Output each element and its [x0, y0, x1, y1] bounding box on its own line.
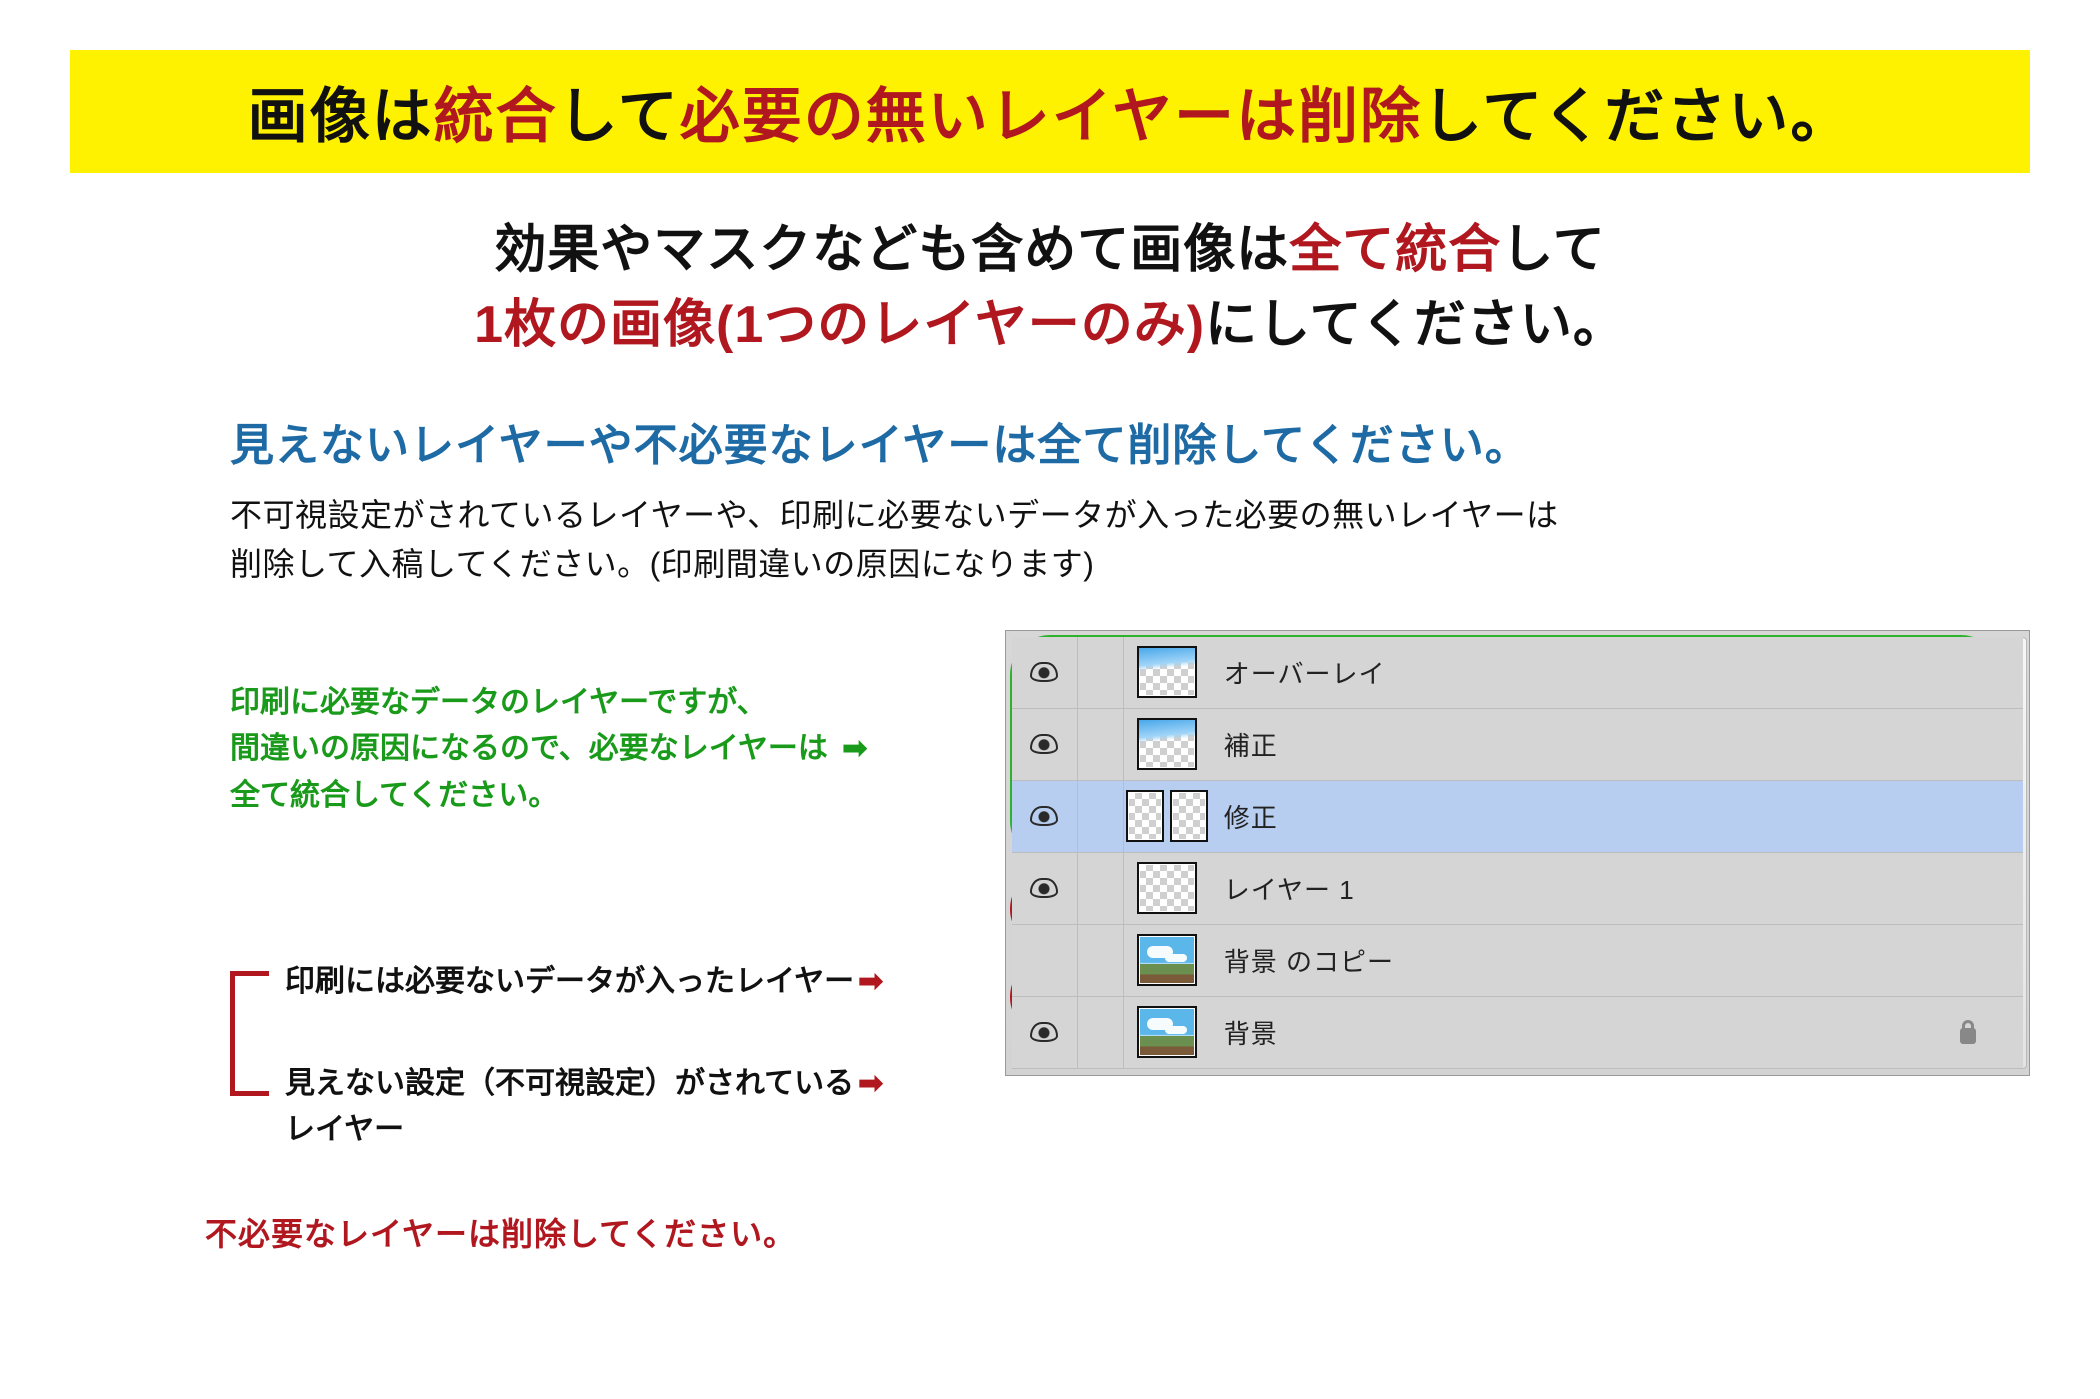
headline-seg: してください。 [1422, 83, 1852, 150]
layer-thumbnail [1126, 790, 1164, 842]
annotation-red-bold: 不必要なレイヤーは削除してください。 [205, 1209, 965, 1255]
layer-thumbnail [1137, 646, 1197, 698]
layer-row[interactable]: 背景 [1012, 997, 2023, 1069]
annotation-green-line: 印刷に必要なデータのレイヤーですが、 [230, 686, 767, 719]
annotation-red-group: 印刷には必要ないデータが入ったレイヤー➡ 見えない設定（不可視設定）がされている… [230, 959, 965, 1154]
layer-name-label[interactable]: 背景 のコピー [1210, 942, 1989, 979]
headline-seg-red: 統合 [434, 83, 558, 150]
thumbnail-cell[interactable] [1124, 646, 1210, 698]
layer-name-text: オーバーレイ [1224, 654, 1386, 691]
layer-list: オーバーレイ補正修正レイヤー 1 背景 のコピー背景 [1012, 637, 2023, 1069]
spacer-cell [1078, 781, 1124, 852]
layer-name-text: 補正 [1224, 726, 1278, 763]
layer-name-label[interactable]: レイヤー 1 [1210, 870, 1989, 907]
visibility-toggle[interactable] [1012, 781, 1078, 852]
mask-thumbnail [1170, 790, 1208, 842]
arrow-right-icon: ➡ [842, 732, 867, 765]
visibility-toggle[interactable] [1012, 853, 1078, 924]
layer-name-label[interactable]: オーバーレイ [1210, 654, 1989, 691]
layer-row[interactable]: 補正 [1012, 709, 2023, 781]
visibility-toggle[interactable] [1012, 709, 1078, 780]
annotation-red-1: 印刷には必要ないデータが入ったレイヤー➡ [285, 959, 965, 1006]
spacer-cell [1078, 997, 1124, 1068]
layer-row[interactable]: 背景 のコピー [1012, 925, 2023, 997]
layer-name-label[interactable]: 補正 [1210, 726, 1989, 763]
subhead-seg: して [1501, 221, 1605, 279]
layer-name-text: レイヤー 1 [1224, 870, 1355, 907]
layer-thumbnail [1137, 718, 1197, 770]
lock-icon [1957, 1020, 1979, 1044]
headline-seg: 画像は [248, 83, 434, 150]
eye-icon [1030, 1022, 1058, 1042]
spacer-cell [1078, 637, 1124, 708]
spacer-cell [1078, 709, 1124, 780]
thumbnail-cell[interactable] [1124, 862, 1210, 914]
arrow-right-icon: ➡ [858, 1067, 883, 1100]
layer-name-text: 背景 [1224, 1014, 1278, 1051]
layer-row[interactable]: レイヤー 1 [1012, 853, 2023, 925]
visibility-toggle[interactable] [1012, 925, 1078, 996]
layers-panel: オーバーレイ補正修正レイヤー 1 背景 のコピー背景 [1005, 630, 2030, 1076]
layer-row[interactable]: 修正 [1012, 781, 2023, 853]
layer-name-label[interactable]: 修正 [1210, 798, 1989, 835]
headline-seg: して [558, 83, 680, 150]
annotation-red-text: 見えない設定（不可視設定）がされている [285, 1067, 854, 1100]
subheading: 効果やマスクなども含めて画像は全て統合して 1枚の画像(1つのレイヤーのみ)にし… [70, 213, 2030, 364]
thumbnail-cell[interactable] [1124, 790, 1210, 842]
annotation-column: 印刷に必要なデータのレイヤーですが、 間違いの原因になるので、必要なレイヤーは … [230, 630, 965, 1255]
subhead-seg: にしてください。 [1205, 296, 1626, 354]
section: 見えないレイヤーや不必要なレイヤーは全て削除してください。 不可視設定がされてい… [70, 409, 2030, 1255]
subhead-seg-red: 全て統合 [1289, 221, 1501, 279]
visibility-toggle[interactable] [1012, 997, 1078, 1068]
headline-seg-red: 必要の無いレイヤーは削除 [680, 83, 1422, 150]
layer-name-label[interactable]: 背景 [1210, 1014, 1989, 1051]
annotation-red-text: 印刷には必要ないデータが入ったレイヤー [285, 965, 854, 998]
layer-thumbnail [1137, 862, 1197, 914]
annotation-green-line: 間違いの原因になるので、必要なレイヤーは [230, 732, 828, 765]
layer-thumbnail [1137, 934, 1197, 986]
layer-name-text: 背景 のコピー [1224, 942, 1394, 979]
thumbnail-cell[interactable] [1124, 1006, 1210, 1058]
thumbnail-cell[interactable] [1124, 934, 1210, 986]
section-body: 不可視設定がされているレイヤーや、印刷に必要ないデータが入った必要の無いレイヤー… [230, 491, 2030, 590]
layer-name-text: 修正 [1224, 798, 1278, 835]
eye-icon [1030, 806, 1058, 826]
spacer-cell [1078, 853, 1124, 924]
eye-icon [1030, 878, 1058, 898]
headline-banner: 画像は統合して必要の無いレイヤーは削除してください。 [70, 50, 2030, 173]
headline-text: 画像は統合して必要の無いレイヤーは削除してください。 [248, 83, 1853, 150]
eye-icon [1030, 662, 1058, 682]
subhead-seg: 効果やマスクなども含めて画像は [494, 221, 1289, 279]
arrow-right-icon: ➡ [858, 965, 883, 998]
annotation-green: 印刷に必要なデータのレイヤーですが、 間違いの原因になるので、必要なレイヤーは … [230, 680, 965, 820]
bracket-icon [230, 971, 264, 1096]
annotation-green-line: 全て統合してください。 [230, 779, 558, 812]
spacer-cell [1078, 925, 1124, 996]
subhead-seg-red: 1枚の画像(1つのレイヤーのみ) [474, 296, 1205, 354]
layer-row[interactable]: オーバーレイ [1012, 637, 2023, 709]
section-title: 見えないレイヤーや不必要なレイヤーは全て削除してください。 [230, 409, 2030, 473]
annotation-red-2: 見えない設定（不可視設定）がされている➡ レイヤー [285, 1061, 965, 1154]
layer-thumbnail [1137, 1006, 1197, 1058]
visibility-toggle[interactable] [1012, 637, 1078, 708]
thumbnail-cell[interactable] [1124, 718, 1210, 770]
lower-area: 印刷に必要なデータのレイヤーですが、 間違いの原因になるので、必要なレイヤーは … [230, 630, 2030, 1255]
eye-icon [1030, 734, 1058, 754]
annotation-red-text: レイヤー [285, 1113, 404, 1146]
